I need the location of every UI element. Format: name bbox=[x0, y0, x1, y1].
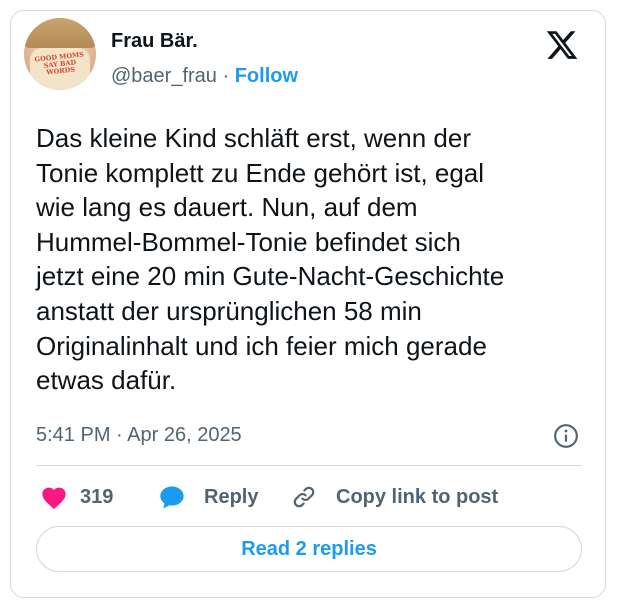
copy-link-button[interactable]: Copy link to post bbox=[290, 482, 498, 512]
tweet-timestamp[interactable]: 5:41 PM · Apr 26, 2025 bbox=[36, 424, 242, 447]
like-count: 319 bbox=[80, 485, 114, 508]
reply-button[interactable]: Reply bbox=[158, 482, 258, 512]
speech-bubble-icon bbox=[160, 486, 184, 509]
author-handle-row: @baer_frau · Follow bbox=[111, 65, 298, 88]
follow-button[interactable]: Follow bbox=[235, 65, 298, 87]
tweet-text: Das kleine Kind schläft erst, wenn der T… bbox=[36, 123, 505, 396]
avatar-hair bbox=[24, 18, 96, 48]
x-logo-icon[interactable] bbox=[545, 28, 579, 62]
reply-label: Reply bbox=[204, 485, 259, 508]
read-replies-button[interactable]: Read 2 replies bbox=[36, 526, 582, 572]
author-name[interactable]: Frau Bär. bbox=[111, 30, 198, 53]
link-icon bbox=[293, 486, 315, 508]
info-icon[interactable] bbox=[553, 423, 579, 449]
divider bbox=[36, 465, 582, 466]
copy-link-label: Copy link to post bbox=[336, 485, 499, 508]
heart-icon bbox=[42, 487, 66, 510]
like-button[interactable]: 319 bbox=[40, 482, 113, 512]
avatar[interactable]: GOOD MOMS SAY BAD WORDS bbox=[24, 18, 96, 90]
handle-separator: · bbox=[222, 65, 230, 87]
author-handle[interactable]: @baer_frau bbox=[111, 65, 217, 87]
